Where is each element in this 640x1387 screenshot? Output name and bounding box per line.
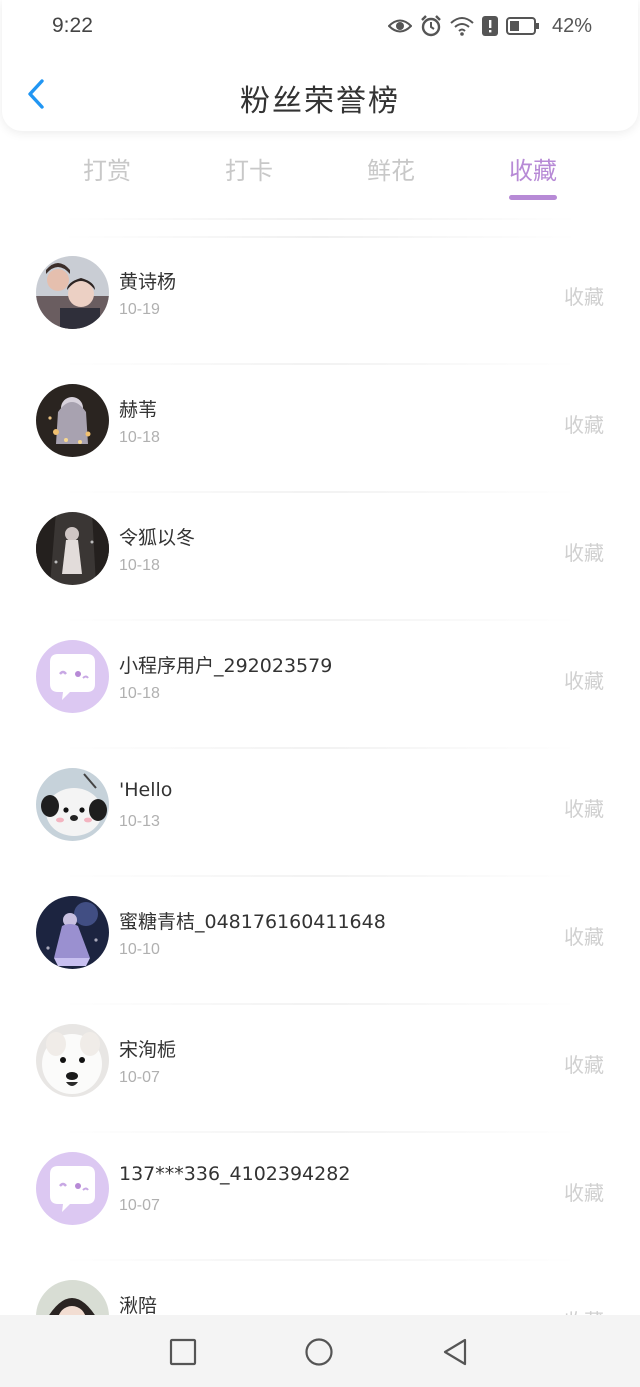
list-item[interactable]: 令狐以冬 10-18 收藏 bbox=[0, 493, 640, 621]
tab-label: 打卡 bbox=[225, 157, 273, 185]
user-name: 黄诗杨 bbox=[119, 271, 177, 293]
avatar bbox=[36, 512, 109, 585]
action-label: 收藏 bbox=[564, 285, 604, 309]
user-date: 10-07 bbox=[119, 1197, 160, 1214]
recent-apps-icon[interactable] bbox=[168, 1337, 198, 1367]
user-name: 赫苇 bbox=[119, 399, 158, 421]
user-date: 10-10 bbox=[119, 941, 160, 958]
user-date: 10-13 bbox=[119, 813, 160, 830]
user-name: 'Hello bbox=[119, 779, 173, 801]
tab-label: 收藏 bbox=[509, 157, 557, 185]
action-label: 收藏 bbox=[564, 797, 604, 821]
avatar bbox=[36, 1152, 109, 1225]
page-title: 粉丝荣誉榜 bbox=[240, 84, 400, 119]
system-navigation-bar bbox=[0, 1315, 640, 1387]
avatar bbox=[36, 256, 109, 329]
home-icon[interactable] bbox=[304, 1337, 334, 1367]
user-name: 令狐以冬 bbox=[119, 527, 196, 549]
tab-flowers[interactable]: 鲜花 bbox=[320, 145, 462, 205]
user-date: 10-18 bbox=[119, 685, 160, 702]
divider bbox=[60, 218, 580, 220]
tab-reward[interactable]: 打赏 bbox=[36, 145, 178, 205]
list-item[interactable]: 黄诗杨 10-19 收藏 bbox=[0, 237, 640, 365]
active-tab-indicator bbox=[509, 195, 557, 200]
tab-checkin[interactable]: 打卡 bbox=[178, 145, 320, 205]
avatar bbox=[36, 896, 109, 969]
user-date: 10-18 bbox=[119, 557, 160, 574]
action-label: 收藏 bbox=[564, 413, 604, 437]
list-item[interactable]: 小程序用户_292023579 10-18 收藏 bbox=[0, 621, 640, 749]
list-item[interactable]: 蜜糖青桔_048176160411648 10-10 收藏 bbox=[0, 877, 640, 1005]
user-name: 小程序用户_292023579 bbox=[119, 655, 333, 677]
avatar bbox=[36, 384, 109, 457]
user-name: 蜜糖青桔_048176160411648 bbox=[119, 911, 386, 933]
action-label: 收藏 bbox=[564, 669, 604, 693]
tab-label: 打赏 bbox=[83, 157, 131, 185]
action-label: 收藏 bbox=[564, 1181, 604, 1205]
fan-list: 黄诗杨 10-19 收藏 赫苇 10-18 收藏 令狐以冬 10-18 收藏 小… bbox=[0, 237, 640, 1387]
avatar bbox=[36, 768, 109, 841]
action-label: 收藏 bbox=[564, 541, 604, 565]
user-date: 10-19 bbox=[119, 301, 160, 318]
avatar bbox=[36, 640, 109, 713]
list-item[interactable]: 赫苇 10-18 收藏 bbox=[0, 365, 640, 493]
user-name: 137***336_4102394282 bbox=[119, 1163, 351, 1185]
list-item[interactable]: 'Hello 10-13 收藏 bbox=[0, 749, 640, 877]
list-item[interactable]: 宋洵栀 10-07 收藏 bbox=[0, 1005, 640, 1133]
user-name: 宋洵栀 bbox=[119, 1039, 177, 1061]
tab-bar: 打赏 打卡 鲜花 收藏 bbox=[0, 145, 640, 205]
avatar bbox=[36, 1024, 109, 1097]
user-date: 10-07 bbox=[119, 1069, 160, 1086]
action-label: 收藏 bbox=[564, 1053, 604, 1077]
back-triangle-icon[interactable] bbox=[440, 1337, 470, 1367]
list-item[interactable]: 137***336_4102394282 10-07 收藏 bbox=[0, 1133, 640, 1261]
user-date: 10-18 bbox=[119, 429, 160, 446]
tab-label: 鲜花 bbox=[367, 157, 415, 185]
fan-honor-page: 9:22 42% 粉丝荣誉榜 打赏 打卡 鲜花 收藏 黄诗杨 10-19 收藏 … bbox=[0, 0, 640, 1387]
user-name: 湫陪 bbox=[119, 1295, 158, 1317]
action-label: 收藏 bbox=[564, 925, 604, 949]
tab-favorites[interactable]: 收藏 bbox=[462, 145, 604, 205]
